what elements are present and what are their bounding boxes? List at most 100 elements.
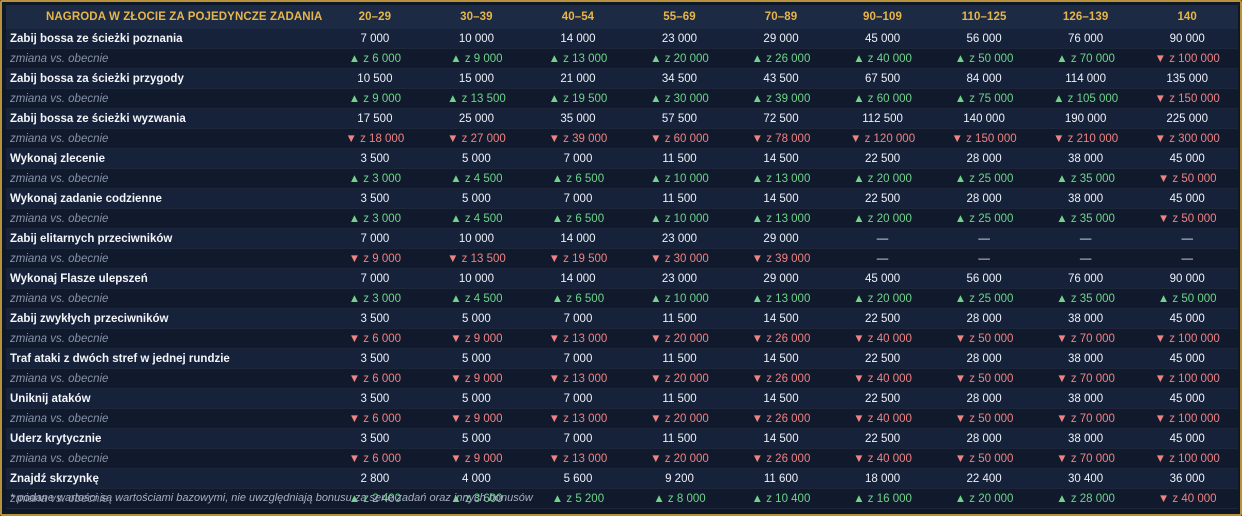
change-increase: ▲ z 10 000: [628, 168, 731, 189]
change-decrease: ▼ z 6 000: [324, 448, 426, 469]
task-label: Znajdź skrzynkę: [6, 468, 325, 489]
change-decrease: ▼ z 9 000: [324, 248, 426, 269]
change-decrease: ▼ z 27 000: [425, 128, 528, 149]
change-increase: ▲ z 13 500: [425, 88, 528, 109]
change-label: zmiana vs. obecnie: [6, 448, 325, 469]
task-label: Wykonaj zadanie codzienne: [6, 188, 325, 209]
header-level-range: 40–54: [527, 5, 629, 29]
change-decrease: ▼ z 13 000: [527, 368, 629, 389]
reward-value: 45 000: [1136, 388, 1238, 409]
change-row: zmiana vs. obecnie ▲ z 9 000 ▲ z 13 500 ▲ z…: [6, 88, 1238, 109]
reward-value: 38 000: [1034, 388, 1137, 409]
table-row: Zabij bossa ze ścieżki poznania 7 000 10 0…: [6, 29, 1238, 49]
change-increase: ▲ z 13 000: [730, 168, 832, 189]
change-decrease: ▼ z 19 500: [527, 248, 629, 269]
reward-value: 28 000: [933, 148, 1035, 169]
task-label: Zabij bossa za ścieżki przygody: [6, 68, 325, 89]
change-increase: ▲ z 20 000: [933, 488, 1035, 509]
change-decrease: ▼ z 100 000: [1136, 48, 1238, 69]
change-label: zmiana vs. obecnie: [6, 248, 325, 269]
change-increase: ▲ z 6 500: [527, 288, 629, 309]
reward-value: 5 000: [425, 428, 528, 449]
change-increase: ▲ z 13 000: [730, 288, 832, 309]
reward-value: 84 000: [933, 68, 1035, 89]
reward-value: 30 400: [1034, 468, 1137, 489]
reward-value: 21 000: [527, 68, 629, 89]
reward-value: 22 400: [933, 468, 1035, 489]
table-row: Wykonaj zadanie codzienne 3 500 5 000 7 000…: [6, 188, 1238, 209]
change-increase: ▲ z 9 000: [425, 48, 528, 69]
change-increase: ▲ z 25 000: [933, 168, 1035, 189]
reward-value: 28 000: [933, 188, 1035, 209]
task-label: Uderz krytycznie: [6, 428, 325, 449]
reward-value: 4 000: [425, 468, 528, 489]
task-label: Zabij bossa ze ścieżki poznania: [6, 29, 325, 49]
reward-value: 45 000: [1136, 308, 1238, 329]
change-increase: ▲ z 8 000: [628, 488, 731, 509]
change-decrease: ▼ z 20 000: [628, 408, 731, 429]
change-decrease: ▼ z 150 000: [933, 128, 1035, 149]
reward-value: 190 000: [1034, 108, 1137, 129]
reward-value: 3 500: [324, 428, 426, 449]
reward-value: 2 800: [324, 468, 426, 489]
change-decrease: ▼ z 40 000: [831, 368, 934, 389]
reward-value: 7 000: [527, 148, 629, 169]
gold-reward-table: NAGRODA W ZŁOCIE ZA POJEDYNCZE ZADANIA 2…: [6, 5, 1238, 509]
reward-value: 11 500: [628, 308, 731, 329]
header-level-range: 20–29: [324, 5, 426, 29]
reward-value: 28 000: [933, 388, 1035, 409]
reward-value: 14 500: [730, 148, 832, 169]
change-increase: ▲ z 35 000: [1034, 168, 1137, 189]
change-decrease: ▼ z 210 000: [1034, 128, 1137, 149]
change-decrease: ▼ z 26 000: [730, 408, 832, 429]
reward-value: 14 500: [730, 188, 832, 209]
reward-value: 3 500: [324, 188, 426, 209]
change-decrease: ▼ z 60 000: [628, 128, 731, 149]
task-label: Uniknij ataków: [6, 388, 325, 409]
table-row: Zabij bossa za ścieżki przygody 10 500 15 …: [6, 68, 1238, 89]
reward-value: 38 000: [1034, 148, 1137, 169]
change-decrease: ▼ z 20 000: [628, 328, 731, 349]
reward-value: 25 000: [425, 108, 528, 129]
reward-value: 56 000: [933, 29, 1035, 49]
change-decrease: ▼ z 50 000: [933, 328, 1035, 349]
change-increase: ▲ z 39 000: [730, 88, 832, 109]
change-decrease: ▼ z 6 000: [324, 368, 426, 389]
change-row: zmiana vs. obecnie ▲ z 3 000 ▲ z 4 500 ▲ z …: [6, 288, 1238, 309]
reward-value: 45 000: [1136, 148, 1238, 169]
reward-value: 35 000: [527, 108, 629, 129]
reward-value: 7 000: [527, 348, 629, 369]
change-decrease: ▼ z 40 000: [831, 328, 934, 349]
reward-value: 3 500: [324, 388, 426, 409]
reward-value: 11 500: [628, 428, 731, 449]
task-label: Traf ataki z dwóch stref w jednej rundzi…: [6, 348, 325, 369]
change-decrease: ▼ z 70 000: [1034, 328, 1137, 349]
reward-value: 34 500: [628, 68, 731, 89]
table-header-row: NAGRODA W ZŁOCIE ZA POJEDYNCZE ZADANIA 2…: [6, 5, 1238, 29]
change-increase: ▲ z 13 000: [730, 208, 832, 229]
change-decrease: ▼ z 6 000: [324, 408, 426, 429]
change-row: zmiana vs. obecnie ▼ z 18 000 ▼ z 27 000 ▼ …: [6, 128, 1238, 149]
reward-value: 17 500: [324, 108, 426, 129]
change-row: zmiana vs. obecnie ▲ z 3 000 ▲ z 4 500 ▲ z …: [6, 168, 1238, 189]
reward-value: 23 000: [628, 29, 731, 49]
reward-value: 56 000: [933, 268, 1035, 289]
table-row: Znajdź skrzynkę 2 800 4 000 5 600 9 200 11 60…: [6, 468, 1238, 489]
task-label: Zabij elitarnych przeciwników: [6, 228, 325, 249]
table-row: Wykonaj zlecenie 3 500 5 000 7 000 11 500 14 …: [6, 148, 1238, 169]
reward-value: 7 000: [527, 308, 629, 329]
header-level-range: 90–109: [831, 5, 934, 29]
change-increase: ▲ z 13 000: [527, 48, 629, 69]
reward-value: 5 000: [425, 148, 528, 169]
change-decrease: ▼ z 13 000: [527, 448, 629, 469]
reward-value: 135 000: [1136, 68, 1238, 89]
reward-value: 7 000: [324, 268, 426, 289]
reward-value: 22 500: [831, 148, 934, 169]
reward-value: 7 000: [324, 29, 426, 49]
table-row: Zabij bossa ze ścieżki wyzwania 17 500 25 …: [6, 108, 1238, 129]
change-decrease: ▼ z 20 000: [628, 448, 731, 469]
change-decrease: ▼ z 40 000: [831, 448, 934, 469]
reward-value: 14 000: [527, 29, 629, 49]
reward-value: 57 500: [628, 108, 731, 129]
change-decrease: ▼ z 20 000: [628, 368, 731, 389]
